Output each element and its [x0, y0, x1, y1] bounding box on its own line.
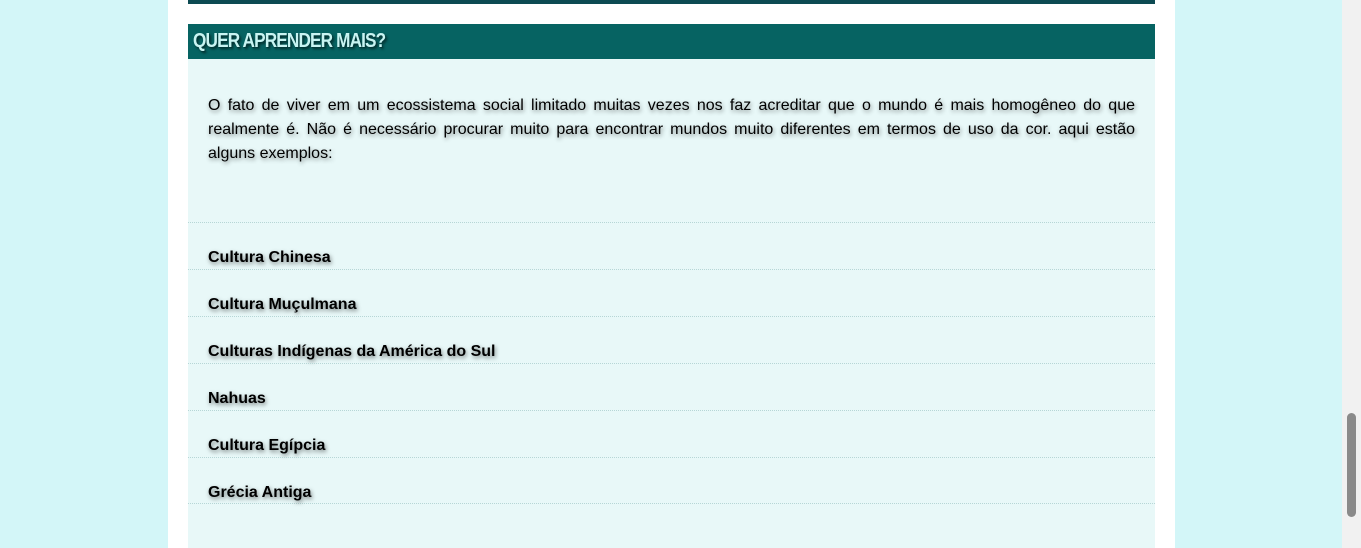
link-cultura-egipcia[interactable]: Cultura Egípcia	[208, 436, 325, 456]
vertical-scrollbar[interactable]	[1342, 0, 1361, 548]
list-item: Cultura Chinesa	[188, 222, 1155, 269]
list-item: Grécia Antiga	[188, 457, 1155, 504]
page-container: QUER APRENDER MAIS? O fato de viver em u…	[168, 0, 1175, 548]
culture-links-list: Cultura Chinesa Cultura Muçulmana Cultur…	[188, 222, 1155, 504]
list-item: Nahuas	[188, 363, 1155, 410]
list-item: Cultura Muçulmana	[188, 269, 1155, 316]
section-title: QUER APRENDER MAIS?	[193, 30, 386, 52]
link-cultura-chinesa[interactable]: Cultura Chinesa	[208, 248, 331, 268]
link-grecia-antiga[interactable]: Grécia Antiga	[208, 483, 311, 503]
link-cultura-muculmana[interactable]: Cultura Muçulmana	[208, 295, 356, 315]
scrollbar-thumb[interactable]	[1347, 413, 1356, 517]
link-culturas-indigenas[interactable]: Culturas Indígenas da América do Sul	[208, 342, 495, 362]
link-nahuas[interactable]: Nahuas	[208, 389, 266, 409]
list-item: Cultura Egípcia	[188, 410, 1155, 457]
list-item: Culturas Indígenas da América do Sul	[188, 316, 1155, 363]
section-content: O fato de viver em um ecossistema social…	[188, 59, 1155, 548]
top-divider-bar	[188, 0, 1155, 4]
intro-paragraph: O fato de viver em um ecossistema social…	[208, 97, 1135, 162]
section-header: QUER APRENDER MAIS?	[188, 24, 1155, 59]
